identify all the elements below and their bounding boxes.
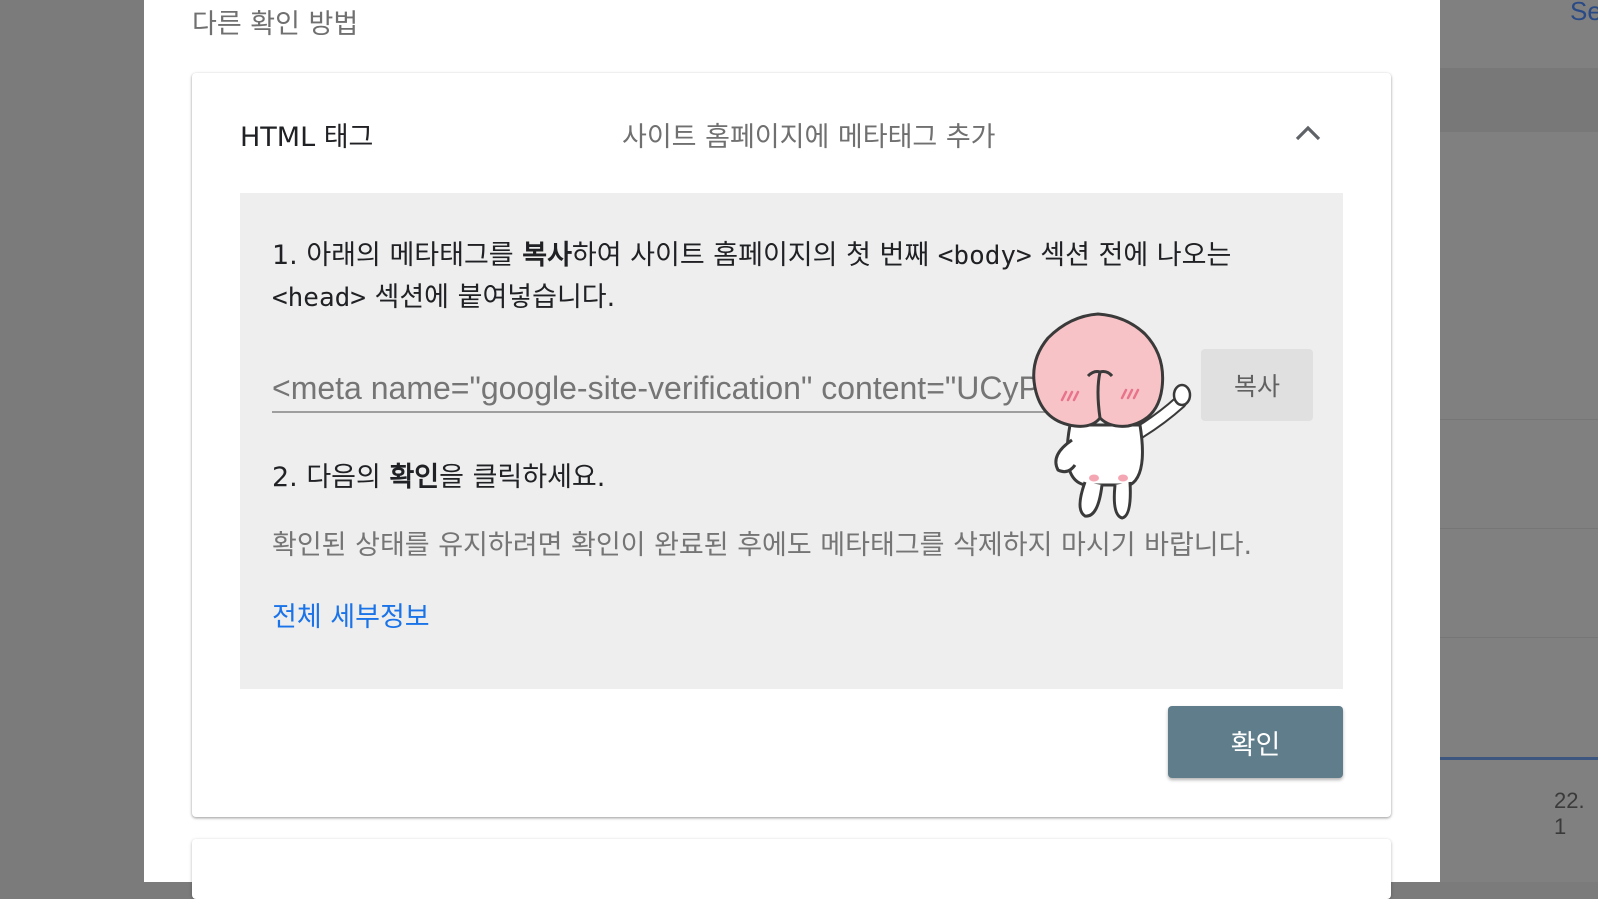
body-tag-code: <body> xyxy=(937,241,1032,271)
copy-button[interactable]: 복사 xyxy=(1201,349,1313,421)
chevron-up-icon xyxy=(1295,125,1321,141)
step-1-after-body: 섹션 전에 나오는 xyxy=(1031,240,1232,271)
peach-character-sticker-icon xyxy=(1032,312,1192,520)
collapse-button[interactable] xyxy=(1284,109,1332,157)
background-divider xyxy=(1440,637,1598,638)
next-method-card xyxy=(192,839,1391,899)
step-2-suffix: 을 클릭하세요. xyxy=(439,462,606,493)
html-tag-method-card: HTML 태그 사이트 홈페이지에 메타태그 추가 1. 아래의 메타태그를 복… xyxy=(192,73,1391,817)
step-1-prefix: 1. 아래의 메타태그를 xyxy=(272,240,523,271)
background-chart-line xyxy=(1440,757,1598,760)
background-date-label: 22. 1 xyxy=(1554,788,1585,839)
step-2-text: 2. 다음의 확인을 클릭하세요. xyxy=(272,455,605,494)
step-1-middle: 하여 사이트 홈페이지의 첫 번째 xyxy=(571,240,938,271)
background-link: Se xyxy=(1570,0,1598,26)
step-2-prefix: 2. 다음의 xyxy=(272,462,390,493)
step-2-bold: 확인 xyxy=(389,462,440,493)
step-1-bold: 복사 xyxy=(522,240,572,271)
method-name: HTML 태그 xyxy=(240,122,374,153)
head-tag-code: <head> xyxy=(272,283,366,313)
step-1-suffix: 섹션에 붙여넣습니다. xyxy=(365,282,616,313)
background-divider xyxy=(1440,528,1598,529)
verify-button[interactable]: 확인 xyxy=(1168,706,1343,778)
background-header-band xyxy=(1440,68,1598,132)
step-1-text: 1. 아래의 메타태그를 복사하여 사이트 홈페이지의 첫 번째 <body> … xyxy=(272,235,1322,319)
background-page xyxy=(1440,0,1598,882)
method-description: 사이트 홈페이지에 메타태그 추가 xyxy=(622,122,996,153)
full-details-link[interactable]: 전체 세부정보 xyxy=(272,595,430,634)
section-title: 다른 확인 방법 xyxy=(192,9,359,40)
background-divider xyxy=(1440,419,1598,420)
meta-tag-field[interactable] xyxy=(272,365,1112,413)
